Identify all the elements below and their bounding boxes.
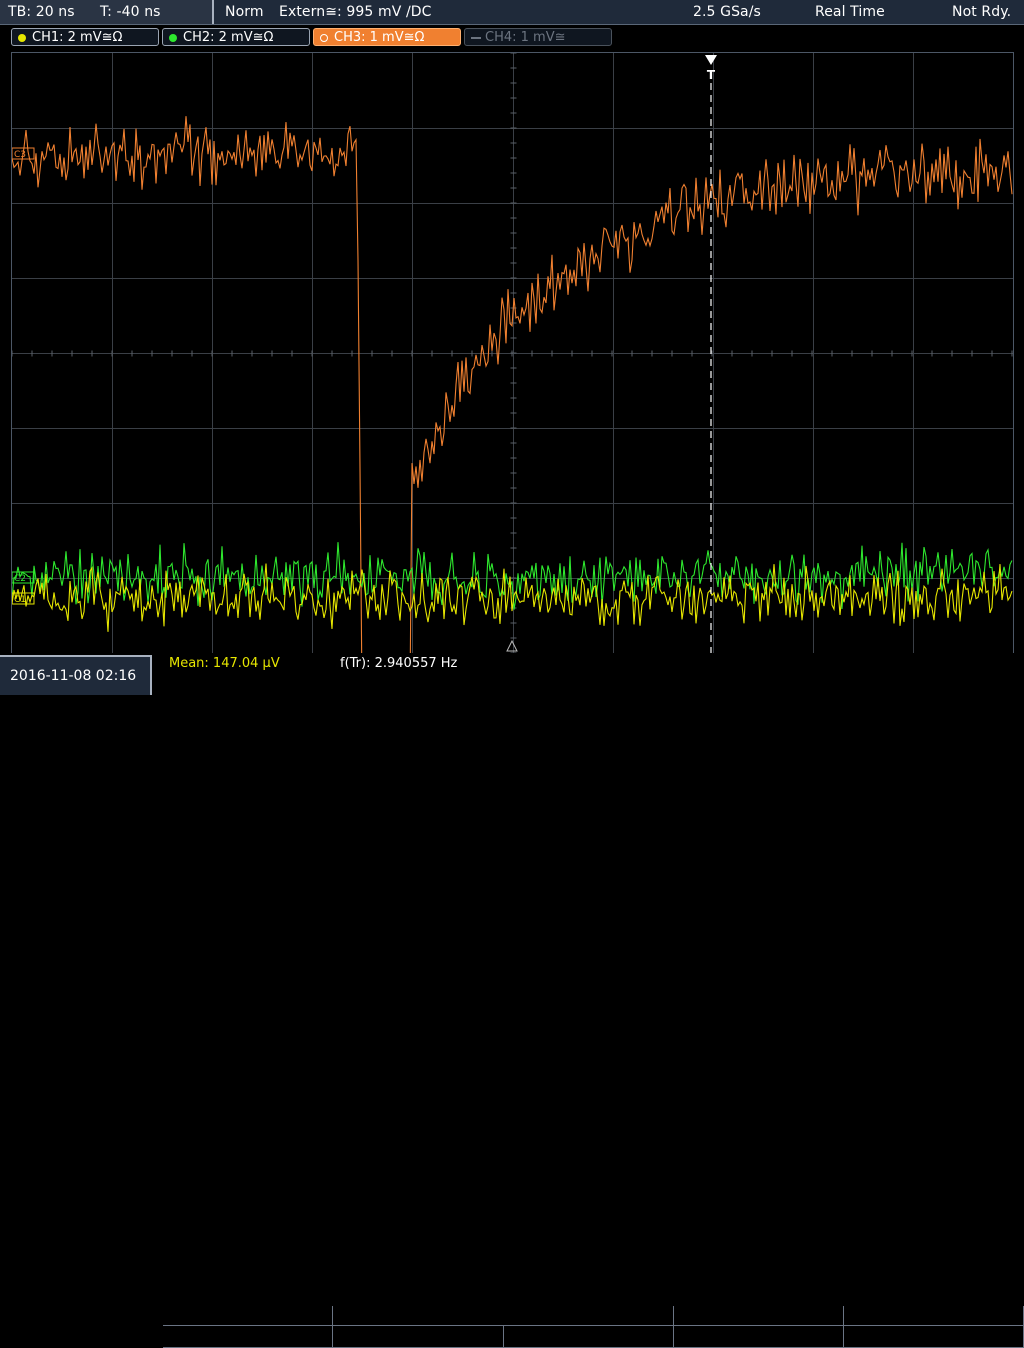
meas-cell[interactable] xyxy=(844,1326,1024,1348)
ch1-marker-label: C1 xyxy=(14,595,26,605)
channel-tabs: CH1: 2 mV≅Ω CH2: 2 mV≅Ω CH3: 1 mV≅Ω CH4:… xyxy=(0,25,1024,49)
meas-cell[interactable] xyxy=(163,1326,333,1348)
channel-label: CH2: 2 mV≅Ω xyxy=(183,30,274,45)
channel-tab-ch4[interactable]: CH4: 1 mV≅ xyxy=(464,28,612,46)
ch1-dot-icon xyxy=(18,34,26,42)
timebase-panel[interactable]: TB: 20 ns T: -40 ns xyxy=(0,0,214,24)
meas-cell[interactable] xyxy=(333,1326,504,1348)
acquisition-mode: Real Time xyxy=(815,4,885,20)
ch3-level-marker[interactable]: C3 xyxy=(11,147,35,160)
datetime-readout: 2016-11-08 02:16 xyxy=(10,668,137,684)
trigger-offset-readout[interactable]: T: -40 ns xyxy=(100,4,161,20)
timebase-readout[interactable]: TB: 20 ns xyxy=(8,4,75,20)
mean-measurement: Mean: 147.04 µV xyxy=(169,656,280,671)
datetime-panel: 2016-11-08 02:16 xyxy=(0,655,152,695)
measurement-bar: Mean: 147.04 µV f(Tr): 2.940557 Hz xyxy=(0,653,1024,1348)
trigger-source[interactable]: Extern≅: 995 mV ∕DC xyxy=(279,4,432,20)
ch2-marker-label: C2 xyxy=(14,574,26,584)
measurement-grid xyxy=(163,1306,1024,1348)
meas-cell[interactable] xyxy=(674,1306,844,1326)
meas-cell[interactable] xyxy=(844,1306,1024,1326)
frequency-measurement: f(Tr): 2.940557 Hz xyxy=(340,656,458,671)
channel-tab-ch3[interactable]: CH3: 1 mV≅Ω xyxy=(313,28,461,46)
ch3-trace xyxy=(11,116,1013,694)
ch1-trace xyxy=(11,563,1013,632)
ch3-dot-icon xyxy=(320,34,328,42)
sample-rate: 2.5 GSa/s xyxy=(693,4,761,20)
meas-cell[interactable] xyxy=(674,1326,844,1348)
waveform-display[interactable]: T C3 C2 C1 xyxy=(11,52,1014,694)
channel-label: CH1: 2 mV≅Ω xyxy=(32,30,123,45)
trigger-arrow-icon[interactable] xyxy=(705,55,717,65)
ch4-off-icon xyxy=(471,37,481,39)
ch2-dot-icon xyxy=(169,34,177,42)
trigger-marker-label: T xyxy=(707,68,716,82)
meas-cell[interactable] xyxy=(504,1326,674,1348)
channel-label: CH3: 1 mV≅Ω xyxy=(334,30,425,45)
status-bar: TB: 20 ns T: -40 ns Norm Extern≅: 995 mV… xyxy=(0,0,1024,25)
channel-tab-ch1[interactable]: CH1: 2 mV≅Ω xyxy=(11,28,159,46)
channel-tab-ch2[interactable]: CH2: 2 mV≅Ω xyxy=(162,28,310,46)
acquisition-state: Not Rdy. xyxy=(952,4,1012,20)
horizontal-position-icon[interactable] xyxy=(506,639,518,652)
meas-cell[interactable] xyxy=(333,1306,674,1326)
channel-label: CH4: 1 mV≅ xyxy=(485,30,566,45)
meas-cell[interactable] xyxy=(163,1306,333,1326)
waveform-canvas: T C3 C2 C1 xyxy=(11,52,1013,694)
ch3-marker-label: C3 xyxy=(14,150,26,160)
trigger-mode[interactable]: Norm xyxy=(225,4,264,20)
